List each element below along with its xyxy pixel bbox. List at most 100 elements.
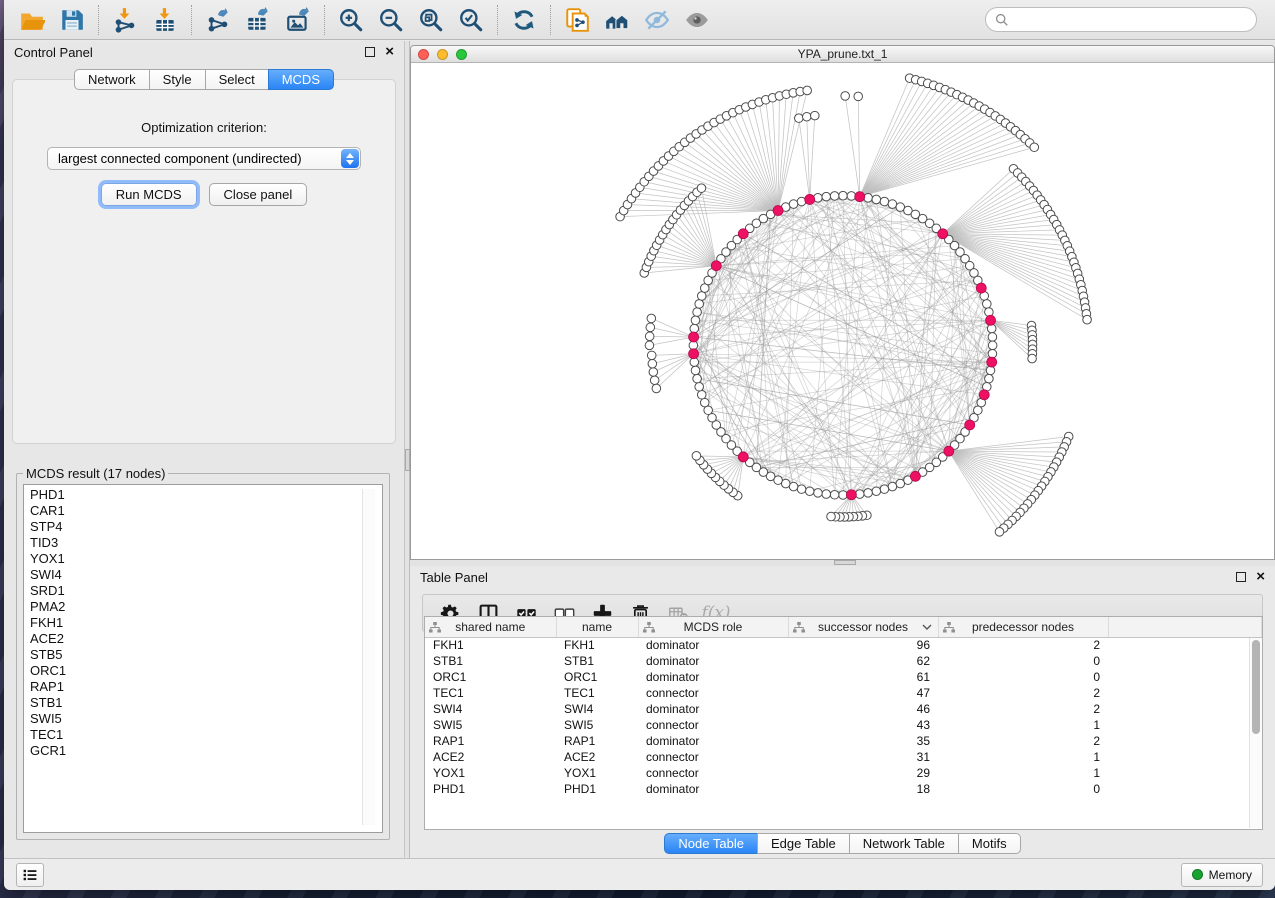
float-panel-icon[interactable] (1236, 572, 1246, 582)
cell-predecessor-nodes[interactable]: 1 (938, 749, 1108, 765)
cell-shared-name[interactable]: STB1 (425, 653, 556, 669)
table-row[interactable]: YOX1YOX1connector291 (425, 765, 1262, 781)
mcds-result-item[interactable]: RAP1 (30, 679, 382, 695)
memory-button[interactable]: Memory (1181, 863, 1263, 887)
cell-shared-name[interactable]: FKH1 (425, 637, 556, 653)
table-row[interactable]: PHD1PHD1dominator180 (425, 781, 1262, 797)
cell-predecessor-nodes[interactable]: 2 (938, 685, 1108, 701)
mcds-result-item[interactable]: FKH1 (30, 615, 382, 631)
import-table-button[interactable] (145, 3, 185, 37)
cell-shared-name[interactable]: RAP1 (425, 733, 556, 749)
tab-mcds[interactable]: MCDS (268, 69, 334, 90)
result-list-scrollbar[interactable] (362, 489, 375, 825)
cell-predecessor-nodes[interactable]: 0 (938, 653, 1108, 669)
cell-predecessor-nodes[interactable]: 2 (938, 733, 1108, 749)
mcds-result-item[interactable]: PHD1 (30, 487, 382, 503)
zoom-in-button[interactable] (331, 3, 371, 37)
splitter-grip[interactable] (405, 449, 410, 471)
cell-predecessor-nodes[interactable]: 1 (938, 765, 1108, 781)
mcds-result-item[interactable]: TEC1 (30, 727, 382, 743)
export-network-button[interactable] (198, 3, 238, 37)
table-row[interactable]: TEC1TEC1connector472 (425, 685, 1262, 701)
window-close-button[interactable] (418, 49, 429, 60)
mcds-result-item[interactable]: TID3 (30, 535, 382, 551)
tab-network[interactable]: Network (74, 69, 150, 90)
window-minimize-button[interactable] (437, 49, 448, 60)
run-mcds-button[interactable]: Run MCDS (101, 183, 197, 206)
cell-MCDS-role[interactable]: dominator (638, 653, 788, 669)
cell-name[interactable]: FKH1 (556, 637, 638, 653)
zoom-fit-button[interactable] (411, 3, 451, 37)
cell-name[interactable]: STB1 (556, 653, 638, 669)
cell-MCDS-role[interactable]: dominator (638, 733, 788, 749)
zoom-selected-button[interactable] (451, 3, 491, 37)
cell-shared-name[interactable]: SWI4 (425, 701, 556, 717)
cell-MCDS-role[interactable]: connector (638, 765, 788, 781)
cell-shared-name[interactable]: TEC1 (425, 685, 556, 701)
cell-name[interactable]: YOX1 (556, 765, 638, 781)
cell-successor-nodes[interactable]: 47 (788, 685, 938, 701)
table-row[interactable]: ACE2ACE2connector311 (425, 749, 1262, 765)
mcds-result-item[interactable]: GCR1 (30, 743, 382, 759)
close-panel-icon[interactable]: × (385, 47, 394, 57)
cell-shared-name[interactable]: YOX1 (425, 765, 556, 781)
cell-successor-nodes[interactable]: 61 (788, 669, 938, 685)
table-scrollbar[interactable] (1249, 638, 1262, 828)
network-graph[interactable] (411, 63, 1274, 559)
table-row[interactable]: STB1STB1dominator620 (425, 653, 1262, 669)
mcds-result-item[interactable]: YOX1 (30, 551, 382, 567)
cell-MCDS-role[interactable]: connector (638, 685, 788, 701)
network-canvas[interactable] (411, 63, 1274, 559)
cell-successor-nodes[interactable]: 43 (788, 717, 938, 733)
table-row[interactable]: FKH1FKH1dominator962 (425, 637, 1262, 653)
search-input[interactable] (1014, 12, 1247, 27)
table-row[interactable]: RAP1RAP1dominator352 (425, 733, 1262, 749)
cell-shared-name[interactable]: SWI5 (425, 717, 556, 733)
mcds-result-item[interactable]: SWI4 (30, 567, 382, 583)
float-panel-icon[interactable] (365, 47, 375, 57)
open-file-button[interactable] (12, 3, 52, 37)
table-tab-edge-table[interactable]: Edge Table (757, 833, 850, 854)
window-maximize-button[interactable] (456, 49, 467, 60)
tab-style[interactable]: Style (149, 69, 206, 90)
mcds-result-item[interactable]: STB1 (30, 695, 382, 711)
cell-predecessor-nodes[interactable]: 1 (938, 717, 1108, 733)
cell-successor-nodes[interactable]: 35 (788, 733, 938, 749)
mcds-result-item[interactable]: PMA2 (30, 599, 382, 615)
duplicate-network-button[interactable] (557, 3, 597, 37)
cell-name[interactable]: ORC1 (556, 669, 638, 685)
first-neighbors-button[interactable] (597, 3, 637, 37)
zoom-out-button[interactable] (371, 3, 411, 37)
hide-selected-button[interactable] (637, 3, 677, 37)
cell-name[interactable]: SWI5 (556, 717, 638, 733)
close-panel-icon[interactable]: × (1256, 572, 1265, 582)
import-network-button[interactable] (105, 3, 145, 37)
mcds-result-item[interactable]: STP4 (30, 519, 382, 535)
cell-name[interactable]: RAP1 (556, 733, 638, 749)
save-session-button[interactable] (52, 3, 92, 37)
table-row[interactable]: ORC1ORC1dominator610 (425, 669, 1262, 685)
show-all-button[interactable] (677, 3, 717, 37)
mcds-result-item[interactable]: SRD1 (30, 583, 382, 599)
table-tab-node-table[interactable]: Node Table (664, 833, 758, 854)
mcds-result-item[interactable]: STB5 (30, 647, 382, 663)
cell-MCDS-role[interactable]: dominator (638, 669, 788, 685)
cell-shared-name[interactable]: ACE2 (425, 749, 556, 765)
cell-predecessor-nodes[interactable]: 0 (938, 669, 1108, 685)
refresh-layout-button[interactable] (504, 3, 544, 37)
cell-predecessor-nodes[interactable]: 2 (938, 637, 1108, 653)
column-header-MCDS-role[interactable]: MCDS role (638, 617, 788, 637)
column-header-predecessor-nodes[interactable]: predecessor nodes (938, 617, 1108, 637)
mcds-result-item[interactable]: SWI5 (30, 711, 382, 727)
cell-name[interactable]: ACE2 (556, 749, 638, 765)
cell-MCDS-role[interactable]: connector (638, 717, 788, 733)
task-history-button[interactable] (16, 863, 44, 887)
cell-successor-nodes[interactable]: 46 (788, 701, 938, 717)
tab-select[interactable]: Select (205, 69, 269, 90)
column-header-successor-nodes[interactable]: successor nodes (788, 617, 938, 637)
mcds-result-item[interactable]: CAR1 (30, 503, 382, 519)
optimization-criterion-select[interactable]: largest connected component (undirected) (47, 147, 361, 170)
table-tab-network-table[interactable]: Network Table (849, 833, 959, 854)
cell-name[interactable]: TEC1 (556, 685, 638, 701)
table-row[interactable]: SWI4SWI4dominator462 (425, 701, 1262, 717)
